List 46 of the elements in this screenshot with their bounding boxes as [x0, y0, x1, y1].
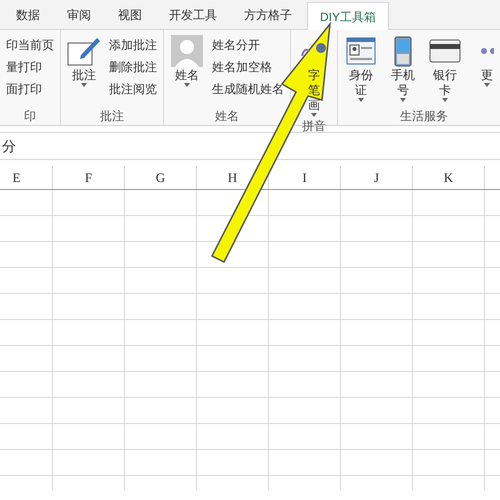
- ribbon-button[interactable]: 姓名: [168, 34, 206, 107]
- ribbon-small-button[interactable]: 姓名分开: [210, 34, 286, 56]
- group-label: 姓名: [214, 108, 240, 125]
- ribbon-tab[interactable]: 方方格子: [232, 1, 304, 29]
- ribbon-small-button[interactable]: 批注阅览: [107, 78, 159, 100]
- ribbon-tab[interactable]: DIY工具箱: [307, 2, 390, 30]
- ribbon-button[interactable]: 银行 卡: [426, 34, 464, 107]
- ribbon-small-button[interactable]: 生成随机姓名: [210, 78, 286, 100]
- ribbon-button[interactable]: 字 笔 画: [295, 34, 333, 117]
- column-header[interactable]: K: [413, 166, 485, 189]
- caret-icon: [358, 98, 364, 102]
- ribbon-tab[interactable]: 开发工具: [157, 1, 229, 29]
- note-pencil-icon: [67, 35, 101, 67]
- ribbon-tab[interactable]: 审阅: [55, 1, 103, 29]
- group-label: 拼音: [301, 118, 327, 135]
- ribbon-small-button[interactable]: 印当前页: [4, 34, 56, 56]
- caret-icon: [400, 98, 406, 102]
- column-header[interactable]: J: [341, 166, 413, 189]
- caret-icon: [442, 98, 448, 102]
- column-header[interactable]: F: [53, 166, 125, 189]
- caret-icon: [81, 83, 87, 87]
- group-label: 印: [23, 108, 37, 125]
- group-label: 批注: [99, 108, 125, 125]
- mobile-phone-icon: [394, 35, 412, 67]
- ribbon-button[interactable]: 更: [468, 34, 500, 107]
- ribbon-small-button[interactable]: 量打印: [4, 56, 56, 78]
- ribbon-button[interactable]: 身份 证: [342, 34, 380, 107]
- ribbon-tab[interactable]: 视图: [106, 1, 154, 29]
- ribbon-tab[interactable]: 数据: [4, 1, 52, 29]
- ribbon-button[interactable]: 批注: [65, 34, 103, 107]
- caret-icon: [184, 83, 190, 87]
- caret-icon: [311, 113, 317, 117]
- column-header[interactable]: E: [0, 166, 53, 189]
- ribbon-button[interactable]: 手机 号: [384, 34, 422, 107]
- dots-icon: [480, 47, 494, 55]
- group-label: 生活服务: [399, 108, 449, 125]
- bank-card-icon: [429, 39, 461, 63]
- ribbon-small-button[interactable]: 删除批注: [107, 56, 159, 78]
- id-card-icon: [346, 37, 376, 65]
- person-avatar-icon: [171, 35, 203, 67]
- column-header[interactable]: G: [125, 166, 197, 189]
- caret-icon: [484, 83, 490, 87]
- ribbon-small-button[interactable]: 面打印: [4, 78, 56, 100]
- ribbon-small-button[interactable]: 姓名加空格: [210, 56, 286, 78]
- ribbon-small-button[interactable]: 添加批注: [107, 34, 159, 56]
- formula-value: 分: [2, 136, 16, 156]
